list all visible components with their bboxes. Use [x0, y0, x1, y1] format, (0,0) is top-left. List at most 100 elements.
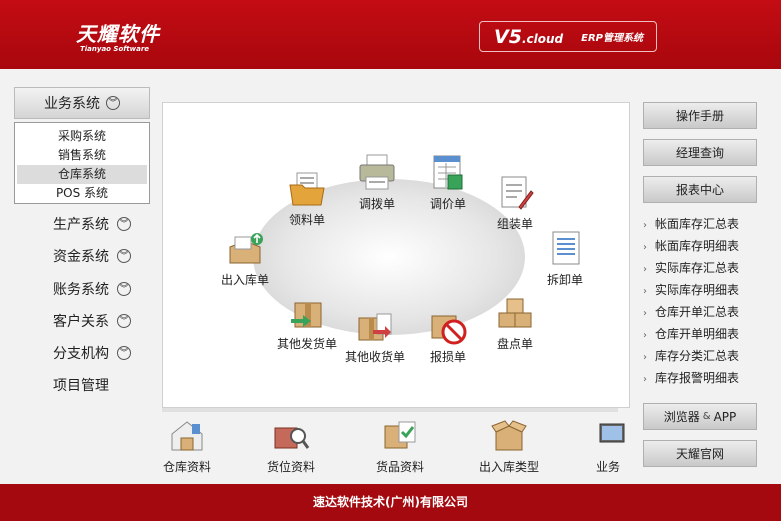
shortcut-stock-type[interactable]: 出入库类型 — [476, 418, 542, 475]
logo-english: Tianyao Software — [80, 45, 150, 53]
nav-section-label: 账务系统 — [53, 282, 109, 298]
chevron-down-icon: ︾ — [117, 282, 131, 296]
box-arrow-icon — [291, 302, 322, 328]
report-link-stock-alert-detail[interactable]: › 库存报警明细表 — [643, 367, 773, 389]
report-link-actual-stock-summary[interactable]: › 实际库存汇总表 — [643, 257, 773, 279]
document-pen-icon — [501, 176, 534, 210]
node-label: 其他收货单 — [344, 350, 405, 364]
chevron-right-icon: › — [643, 220, 647, 231]
nav-section-production[interactable]: 生产系统 ︾ — [53, 213, 153, 235]
shortcut-label: 货品资料 — [375, 460, 424, 474]
chevron-down-icon: ︾ — [117, 217, 131, 231]
chevron-down-icon: ︾ — [106, 96, 120, 110]
document-list-icon — [552, 231, 580, 265]
node-label: 调拨单 — [358, 197, 395, 211]
button-label: 经理查询 — [675, 146, 724, 160]
nav-section-funds[interactable]: 资金系统 ︾ — [53, 245, 153, 267]
browser-app-button[interactable]: 浏览器 & APP — [643, 403, 757, 430]
node-in-out-stock[interactable]: 出入库单 — [205, 229, 285, 288]
business-submenu: 采购系统 销售系统 仓库系统 POS 系统 — [14, 122, 150, 204]
report-link-book-stock-detail[interactable]: › 帐面库存明细表 — [643, 235, 773, 257]
box-search-icon — [274, 427, 310, 449]
nav-section-label: 业务系统 — [44, 96, 100, 112]
chevron-right-icon: › — [643, 374, 647, 385]
node-label: 拆卸单 — [546, 273, 583, 287]
chevron-right-icon: › — [643, 286, 647, 297]
nav-section-crm[interactable]: 客户关系 ︾ — [53, 310, 153, 332]
node-disassembly[interactable]: 拆卸单 — [525, 229, 605, 288]
shortcut-goods-info[interactable]: 货品资料 — [371, 418, 429, 475]
nav-section-label: 客户关系 — [53, 314, 109, 330]
report-link-actual-stock-detail[interactable]: › 实际库存明细表 — [643, 279, 773, 301]
shortcut-label: 业务 — [595, 460, 620, 474]
nav-section-accounting[interactable]: 账务系统 ︾ — [53, 278, 153, 300]
nav-section-branches[interactable]: 分支机构 ︾ — [53, 342, 153, 364]
report-link-warehouse-order-detail[interactable]: › 仓库开单明细表 — [643, 323, 773, 345]
nav-section-business[interactable]: 业务系统 ︾ — [14, 87, 150, 119]
monitor-icon — [599, 423, 625, 443]
node-assembly[interactable]: 组装单 — [475, 173, 555, 232]
warehouse-icon — [171, 421, 203, 451]
button-label: 浏览器 — [663, 410, 700, 424]
box-upload-icon — [229, 233, 263, 264]
button-label: 天耀官网 — [675, 447, 724, 461]
node-transfer[interactable]: 调拨单 — [337, 153, 417, 212]
submenu-item-purchase[interactable]: 采购系统 — [17, 127, 147, 146]
submenu-item-sales[interactable]: 销售系统 — [17, 146, 147, 165]
spreadsheet-icon — [433, 155, 463, 190]
box-document-icon — [358, 313, 392, 341]
box-check-icon — [384, 421, 416, 449]
nav-section-projects[interactable]: 项目管理 — [53, 374, 153, 396]
logo-chinese: 天耀软件 — [76, 22, 160, 46]
node-other-receipt[interactable]: 其他收货单 — [335, 306, 415, 365]
node-label: 出入库单 — [220, 273, 269, 287]
node-label: 领料单 — [288, 213, 325, 227]
chevron-down-icon: ︾ — [117, 249, 131, 263]
manager-query-button[interactable]: 经理查询 — [643, 139, 757, 166]
node-material-requisition[interactable]: 领料单 — [267, 169, 347, 228]
shortcut-label: 出入库类型 — [478, 460, 539, 474]
shortcut-warehouse-info[interactable]: 仓库资料 — [158, 418, 216, 475]
version-product: ERP管理系统 — [581, 33, 643, 44]
printer-icon — [359, 154, 395, 190]
panel-divider — [162, 408, 618, 412]
chevron-right-icon: › — [643, 242, 647, 253]
manual-button[interactable]: 操作手册 — [643, 102, 757, 129]
nav-section-label: 资金系统 — [53, 249, 109, 265]
submenu-item-warehouse[interactable]: 仓库系统 — [17, 165, 147, 184]
button-label: 操作手册 — [675, 109, 724, 123]
nav-section-label: 分支机构 — [53, 346, 109, 362]
nav-section-label: 项目管理 — [53, 378, 109, 394]
company-logo: 天耀软件 Tianyao Software — [76, 18, 160, 53]
folder-documents-icon — [289, 172, 325, 206]
box-prohibited-icon — [431, 315, 467, 345]
header-bar: 天耀软件 Tianyao Software V5.cloud ERP管理系统 — [0, 0, 781, 69]
nav-section-label: 生产系统 — [53, 217, 109, 233]
report-center-button[interactable]: 报表中心 — [643, 176, 757, 203]
node-stocktake[interactable]: 盘点单 — [475, 293, 555, 352]
chevron-right-icon: › — [643, 308, 647, 319]
chevron-down-icon: ︾ — [117, 314, 131, 328]
report-link-book-stock-summary[interactable]: › 帐面库存汇总表 — [643, 213, 773, 235]
boxes-stack-icon — [498, 298, 532, 328]
company-name: 速达软件技术(广州)有限公司 — [313, 495, 468, 509]
official-site-button[interactable]: 天耀官网 — [643, 440, 757, 467]
shortcut-location-info[interactable]: 货位资料 — [262, 418, 320, 475]
warehouse-flow-panel: 领料单 调拨单 调价单 组装单 出入库单 拆卸单 其他发货单 其他收货单 报损单… — [162, 102, 630, 408]
version-badge: V5.cloud ERP管理系统 — [479, 21, 657, 52]
submenu-item-pos[interactable]: POS 系统 — [17, 184, 147, 203]
button-label-app: APP — [713, 409, 737, 424]
shortcut-label: 货位资料 — [266, 460, 315, 474]
chevron-down-icon: ︾ — [117, 346, 131, 360]
version-main: V5.cloud — [494, 25, 564, 48]
footer-bar: 速达软件技术(广州)有限公司 — [0, 484, 781, 521]
report-link-warehouse-order-summary[interactable]: › 仓库开单汇总表 — [643, 301, 773, 323]
chevron-right-icon: › — [643, 352, 647, 363]
open-box-icon — [491, 420, 527, 451]
chevron-right-icon: › — [643, 330, 647, 341]
report-link-stock-category-summary[interactable]: › 库存分类汇总表 — [643, 345, 773, 367]
node-label: 盘点单 — [496, 337, 533, 351]
shortcut-business[interactable]: 业务 — [590, 418, 626, 475]
chevron-right-icon: › — [643, 264, 647, 275]
button-label-amp: & — [702, 411, 711, 422]
